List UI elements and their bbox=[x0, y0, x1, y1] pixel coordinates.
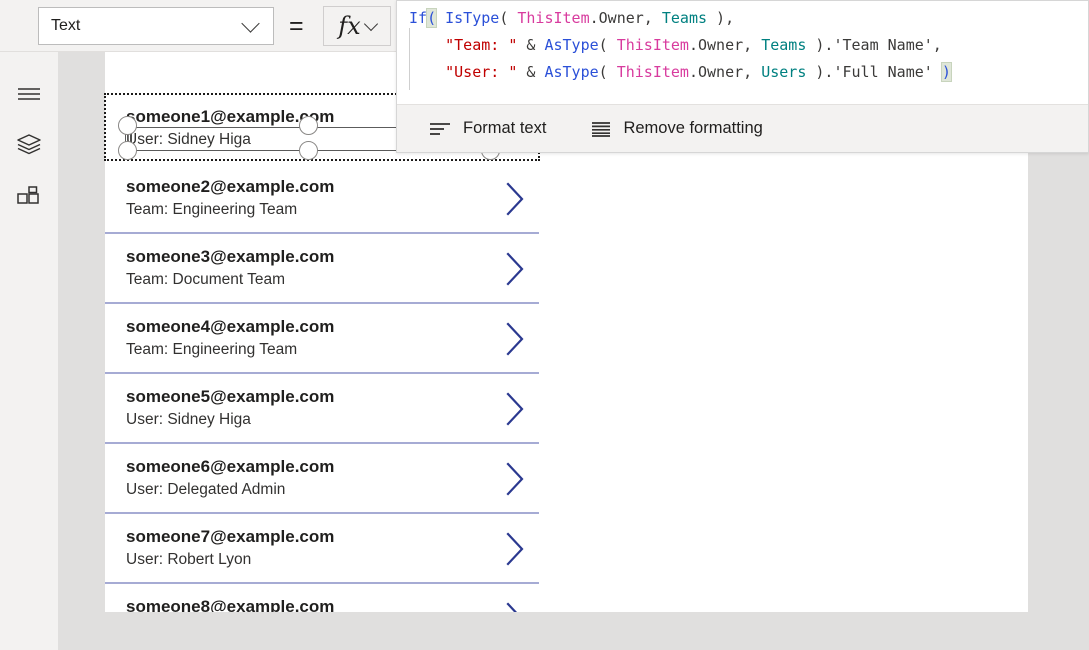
indent-guide bbox=[409, 28, 410, 90]
formula-token: ).'Full Name' bbox=[806, 63, 942, 81]
gallery-item-subtitle: Team: Document Team bbox=[126, 271, 286, 288]
sidebar-item-menu[interactable] bbox=[14, 79, 44, 109]
gallery-item[interactable]: someone7@example.com User: Robert Lyon bbox=[105, 514, 539, 584]
formula-token: ( bbox=[499, 9, 518, 27]
formula-token: .Owner, bbox=[589, 9, 662, 27]
formula-token bbox=[409, 63, 445, 81]
sidebar-item-tree-view[interactable] bbox=[14, 129, 44, 159]
formula-token: Users bbox=[761, 63, 807, 81]
formula-format-toolbar: Format text Remove formatting bbox=[397, 104, 1088, 152]
formula-line: "Team: " & AsType( ThisItem.Owner, Teams… bbox=[397, 32, 1088, 59]
gallery-control[interactable]: someone1@example.com User: Sidney Higa som… bbox=[105, 94, 539, 612]
resize-handle-bottom-left[interactable] bbox=[118, 141, 137, 160]
formula-token: ), bbox=[707, 9, 735, 27]
matching-bracket: ( bbox=[426, 8, 438, 28]
gallery-item[interactable]: someone8@example.com bbox=[105, 584, 539, 612]
chevron-down-icon bbox=[363, 16, 378, 32]
format-text-label: Format text bbox=[463, 119, 547, 137]
gallery-item[interactable]: someone2@example.com Team: Engineering Te… bbox=[105, 164, 539, 234]
formula-token: IsType bbox=[436, 9, 500, 27]
gallery-item-subtitle: User: Robert Lyon bbox=[126, 551, 252, 568]
gallery-item-title: someone6@example.com bbox=[126, 457, 335, 476]
resize-handle-top-middle[interactable] bbox=[299, 116, 318, 135]
function-icon: fx bbox=[338, 12, 361, 40]
property-dropdown-value: Text bbox=[51, 17, 81, 34]
chevron-right-icon[interactable] bbox=[505, 392, 525, 426]
formula-token: ).'Team Name', bbox=[806, 36, 942, 54]
gallery-item-title: someone4@example.com bbox=[126, 317, 335, 336]
formula-token: ThisItem bbox=[517, 9, 590, 27]
gallery-item[interactable]: someone4@example.com Team: Engineering Te… bbox=[105, 304, 539, 374]
matching-bracket: ) bbox=[940, 62, 952, 82]
formula-editor-panel[interactable]: If( IsType( ThisItem.Owner, Teams ), "Te… bbox=[396, 0, 1089, 153]
formula-token: & bbox=[517, 36, 545, 54]
gallery-item-title: someone3@example.com bbox=[126, 247, 335, 266]
formula-token: "Team: " bbox=[445, 36, 518, 54]
gallery-item[interactable]: someone3@example.com Team: Document Team bbox=[105, 234, 539, 304]
gallery-item[interactable]: someone6@example.com User: Delegated Admi… bbox=[105, 444, 539, 514]
format-text-icon bbox=[429, 121, 451, 137]
resize-handle-bottom-middle[interactable] bbox=[299, 141, 318, 160]
formula-token: & bbox=[517, 63, 545, 81]
layers-tree-view-icon bbox=[16, 132, 42, 156]
formula-token bbox=[409, 36, 445, 54]
gallery-item-subtitle: Team: Engineering Team bbox=[126, 201, 298, 218]
formula-token: .Owner, bbox=[688, 36, 762, 54]
remove-formatting-icon bbox=[591, 121, 611, 137]
chevron-right-icon[interactable] bbox=[505, 602, 525, 612]
resize-handle-top-left[interactable] bbox=[118, 116, 137, 135]
gallery-item-title: someone2@example.com bbox=[126, 177, 335, 196]
formula-token: Teams bbox=[661, 9, 708, 27]
formula-code-area[interactable]: If( IsType( ThisItem.Owner, Teams ), "Te… bbox=[397, 1, 1088, 109]
gallery-item-title: someone5@example.com bbox=[126, 387, 335, 406]
gallery-item-subtitle: User: Sidney Higa bbox=[126, 411, 251, 428]
insert-components-icon bbox=[16, 186, 42, 210]
formula-token: ThisItem bbox=[616, 63, 689, 81]
left-sidebar-rail bbox=[0, 52, 58, 650]
sidebar-item-insert[interactable] bbox=[14, 183, 44, 213]
gallery-item-subtitle: Team: Engineering Team bbox=[126, 341, 298, 358]
formula-token: Teams bbox=[761, 36, 807, 54]
chevron-down-icon bbox=[241, 14, 260, 33]
remove-formatting-label: Remove formatting bbox=[623, 119, 763, 137]
formula-token: If bbox=[409, 9, 428, 27]
property-dropdown[interactable]: Text bbox=[38, 7, 274, 45]
hamburger-menu-icon bbox=[17, 86, 41, 102]
remove-formatting-button[interactable]: Remove formatting bbox=[581, 105, 772, 152]
gallery-item-title: someone7@example.com bbox=[126, 527, 335, 546]
chevron-right-icon[interactable] bbox=[505, 252, 525, 286]
gallery-item-title: someone8@example.com bbox=[126, 597, 335, 612]
formula-token: AsType bbox=[544, 63, 599, 81]
formula-token: ( bbox=[598, 63, 617, 81]
formula-token: AsType bbox=[544, 36, 599, 54]
formula-line: If( IsType( ThisItem.Owner, Teams ), bbox=[397, 5, 1088, 32]
chevron-right-icon[interactable] bbox=[505, 462, 525, 496]
gallery-item[interactable]: someone5@example.com User: Sidney Higa bbox=[105, 374, 539, 444]
formula-token: ThisItem bbox=[616, 36, 689, 54]
formula-line: "User: " & AsType( ThisItem.Owner, Users… bbox=[397, 59, 1088, 86]
gallery-item-subtitle: User: Delegated Admin bbox=[126, 481, 286, 498]
powerapps-studio-window: someone1@example.com User: Sidney Higa som… bbox=[0, 0, 1089, 650]
chevron-right-icon[interactable] bbox=[505, 532, 525, 566]
formula-token: ( bbox=[598, 36, 617, 54]
chevron-right-icon[interactable] bbox=[505, 322, 525, 356]
format-text-button[interactable]: Format text bbox=[419, 105, 556, 152]
function-button[interactable]: fx bbox=[323, 6, 391, 46]
equals-sign: = bbox=[289, 12, 304, 40]
formula-token: .Owner, bbox=[688, 63, 762, 81]
formula-token: "User: " bbox=[445, 63, 518, 81]
chevron-right-icon[interactable] bbox=[505, 182, 525, 216]
